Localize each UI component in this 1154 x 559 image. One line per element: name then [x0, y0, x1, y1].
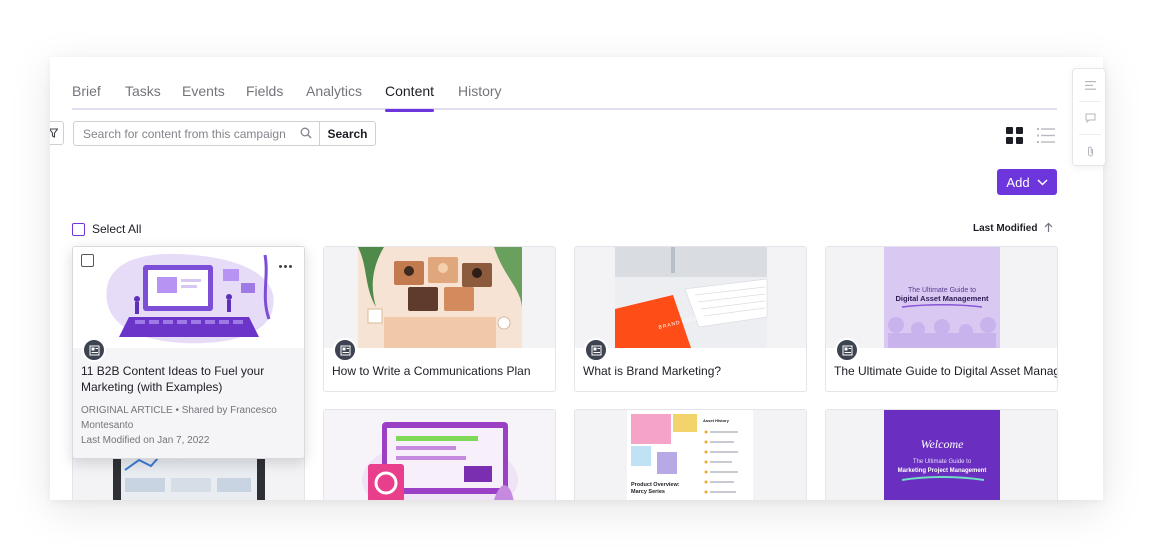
welcome-text: Welcome [921, 437, 965, 451]
list-view-icon[interactable] [1037, 127, 1055, 144]
tab-tasks[interactable]: Tasks [125, 83, 161, 110]
card-title[interactable]: 11 B2B Content Ideas to Fuel your Market… [81, 363, 281, 395]
card-modified-date: Last Modified on Jan 7, 2022 [81, 435, 210, 446]
card-thumbnail: The Ultimate Guide to Digital Asset Mana… [826, 247, 1057, 348]
product-overview-title: Product Overview: [631, 482, 680, 488]
card-thumbnail [73, 247, 304, 348]
dam-guide-subtitle: The Ultimate Guide to [908, 287, 976, 294]
tab-history[interactable]: History [458, 83, 502, 110]
document-icon [333, 338, 357, 362]
search-box [73, 121, 320, 146]
add-button[interactable]: Add [997, 169, 1057, 195]
tab-content[interactable]: Content [385, 83, 435, 112]
filter-button[interactable] [50, 121, 64, 145]
card-thumbnail: BRAND IDENTITY [575, 247, 806, 348]
card-select-checkbox[interactable] [81, 254, 94, 267]
chevron-down-icon [1037, 178, 1048, 186]
search-button[interactable]: Search [319, 121, 376, 146]
tab-events[interactable]: Events [182, 83, 225, 110]
card-title: The Ultimate Guide to Digital Asset Mana… [834, 364, 1058, 378]
card-title: What is Brand Marketing? [583, 364, 722, 378]
more-options-icon[interactable] [273, 255, 297, 277]
select-all-checkbox[interactable] [72, 222, 85, 236]
content-card-product-overview[interactable]: Product Overview: Marcy Series Asset His… [574, 409, 807, 500]
welcome-heading: Marketing Project Management [898, 468, 987, 474]
content-card-digital-asset-management[interactable]: The Ultimate Guide to Digital Asset Mana… [825, 246, 1058, 392]
grid-view-icon[interactable] [1006, 127, 1023, 144]
document-icon [835, 338, 859, 362]
sort-label[interactable]: Last Modified [973, 223, 1037, 234]
campaign-tabs: Brief Tasks Events Fields Analytics Cont… [72, 81, 1057, 112]
document-icon [82, 338, 106, 362]
card-thumbnail [324, 410, 555, 500]
content-card-b2b-content-ideas[interactable]: 11 B2B Content Ideas to Fuel your Market… [72, 246, 305, 459]
campaign-content-panel: Brief Tasks Events Fields Analytics Cont… [50, 57, 1103, 500]
content-card-communications-plan[interactable]: How to Write a Communications Plan [323, 246, 556, 392]
details-icon[interactable] [1073, 69, 1107, 101]
attachment-icon[interactable] [1073, 135, 1107, 167]
card-thumbnail [324, 247, 555, 348]
dam-guide-heading: Digital Asset Management [895, 294, 989, 303]
content-card-brand-marketing[interactable]: BRAND IDENTITY What is Brand Marketing? [574, 246, 807, 392]
tab-analytics[interactable]: Analytics [306, 83, 362, 110]
right-side-rail [1072, 68, 1106, 166]
search-input[interactable] [74, 122, 294, 145]
welcome-subtitle: The Ultimate Guide to [913, 459, 972, 465]
tab-brief[interactable]: Brief [72, 83, 101, 110]
card-title: How to Write a Communications Plan [332, 364, 531, 378]
tab-fields[interactable]: Fields [246, 83, 283, 110]
card-thumbnail: Product Overview: Marcy Series Asset His… [575, 410, 806, 500]
screenshot-stage: Brief Tasks Events Fields Analytics Cont… [0, 0, 1154, 559]
product-overview-subtitle: Marcy Series [631, 489, 665, 495]
content-card-project-management[interactable]: Welcome The Ultimate Guide to Marketing … [825, 409, 1058, 500]
select-all-label: Select All [92, 222, 142, 236]
card-thumbnail: Welcome The Ultimate Guide to Marketing … [826, 410, 1057, 500]
comment-icon[interactable] [1073, 102, 1107, 134]
asset-history-label: Asset History [703, 418, 730, 423]
content-card-web-design[interactable] [323, 409, 556, 500]
filter-icon [50, 128, 58, 138]
search-icon [300, 127, 312, 139]
card-meta: ORIGINAL ARTICLE • Shared by Francesco M… [81, 405, 277, 431]
add-button-label: Add [1006, 174, 1030, 190]
arrow-up-icon[interactable] [1044, 222, 1053, 233]
select-all-control[interactable]: Select All [72, 221, 141, 237]
document-icon [584, 338, 608, 362]
